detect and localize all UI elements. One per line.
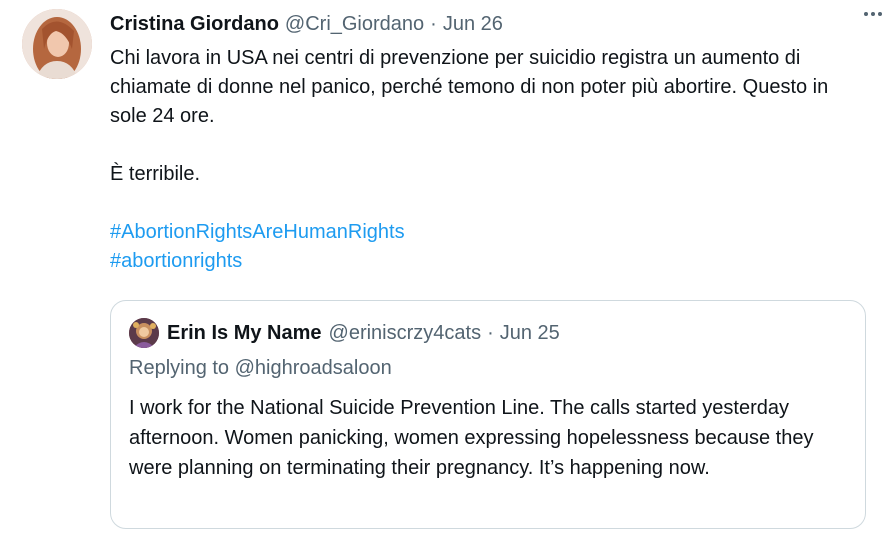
quoted-tweet[interactable]: Erin Is My Name @eriniscrzy4cats · Jun 2… xyxy=(110,300,866,529)
hashtag-link[interactable]: #AbortionRightsAreHumanRights xyxy=(110,218,870,247)
tweet-paragraph-1: Chi lavora in USA nei centri di prevenzi… xyxy=(110,47,829,127)
quoted-author-handle[interactable]: @eriniscrzy4cats xyxy=(329,322,482,345)
more-options-icon[interactable] xyxy=(858,4,888,24)
author-avatar[interactable] xyxy=(22,9,92,79)
avatar-photo-icon xyxy=(22,9,92,79)
quoted-author-avatar[interactable] xyxy=(129,318,159,348)
replying-to-label: Replying to @highroadsaloon xyxy=(129,357,392,379)
tweet-paragraph-2: È terribile. xyxy=(110,163,201,185)
author-handle[interactable]: @Cri_Giordano xyxy=(285,13,424,36)
tweet-date[interactable]: Jun 26 xyxy=(443,13,503,36)
tweet-text: Chi lavora in USA nei centri di prevenzi… xyxy=(110,44,870,276)
separator-dot: · xyxy=(487,321,494,344)
author-name[interactable]: Cristina Giordano xyxy=(110,13,279,36)
separator-dot: · xyxy=(430,12,437,35)
quoted-tweet-text: I work for the National Suicide Preventi… xyxy=(129,397,814,479)
quoted-tweet-header: Erin Is My Name @eriniscrzy4cats · Jun 2… xyxy=(129,318,560,348)
avatar-photo-icon xyxy=(129,318,159,348)
tweet-header: Cristina Giordano @Cri_Giordano · Jun 26 xyxy=(110,10,880,38)
tweet-card[interactable]: Cristina Giordano @Cri_Giordano · Jun 26… xyxy=(0,0,892,537)
quoted-author-name[interactable]: Erin Is My Name xyxy=(167,322,322,345)
hashtag-link[interactable]: #abortionrights xyxy=(110,247,870,276)
quoted-tweet-date[interactable]: Jun 25 xyxy=(500,322,560,345)
tweet-content: Cristina Giordano @Cri_Giordano · Jun 26… xyxy=(110,10,880,276)
